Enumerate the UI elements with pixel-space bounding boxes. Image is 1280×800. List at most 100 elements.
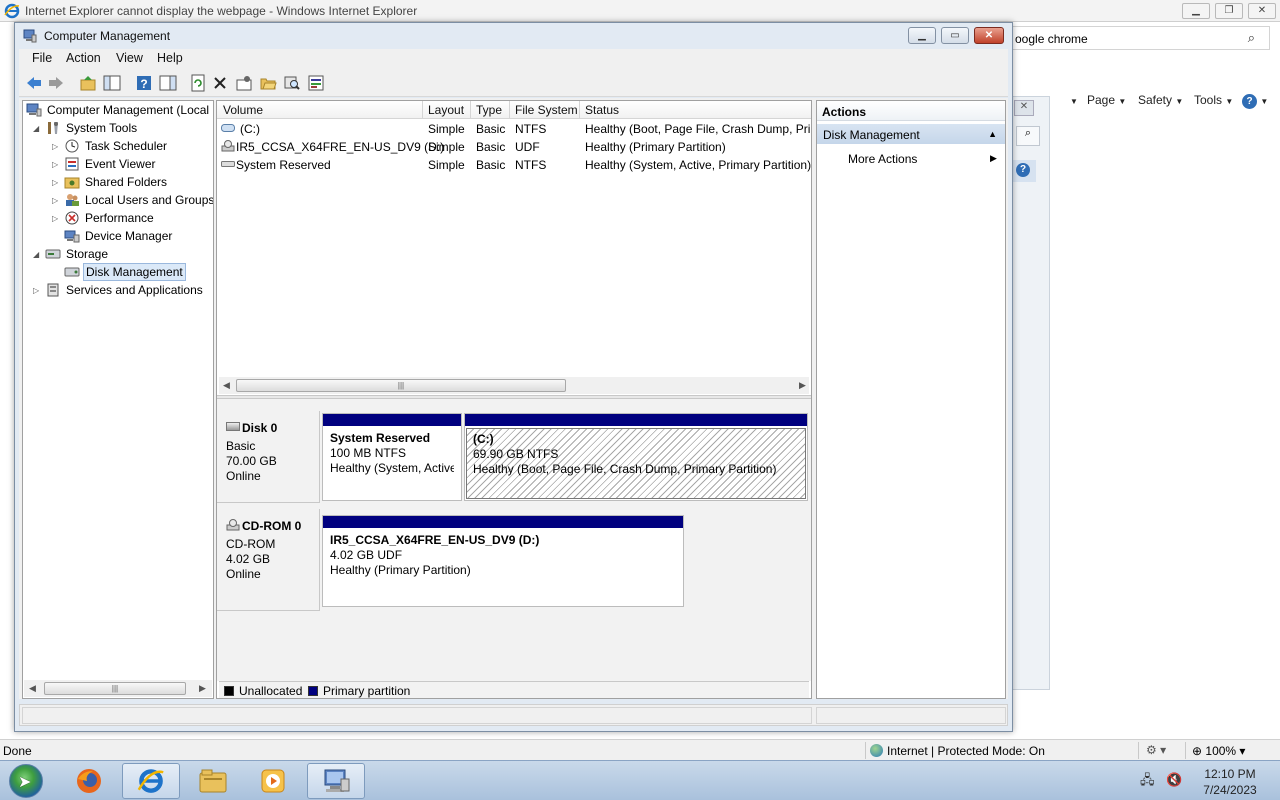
ie-content-area bbox=[1012, 96, 1050, 690]
expand-icon[interactable]: ▷ bbox=[52, 214, 64, 223]
up-folder-icon[interactable] bbox=[79, 74, 97, 92]
volume-row[interactable]: (C:) Simple Basic NTFS Healthy (Boot, Pa… bbox=[217, 120, 811, 138]
delete-icon[interactable] bbox=[211, 74, 229, 92]
taskbar-computer-management[interactable] bbox=[307, 763, 365, 799]
volume-row[interactable]: System Reserved Simple Basic NTFS Health… bbox=[217, 156, 811, 174]
tree-item-local-users-and-groups[interactable]: ▷ Local Users and Groups bbox=[52, 193, 213, 211]
tree-item-shared-folders[interactable]: ▷ Shared Folders bbox=[52, 175, 169, 193]
ie-help-menu[interactable]: ? ▼ bbox=[1242, 93, 1268, 109]
ie-search-icon[interactable]: ⌕ bbox=[1016, 126, 1040, 146]
scroll-left-icon[interactable]: ◀ bbox=[29, 683, 36, 694]
ie-help-button[interactable]: ? bbox=[1012, 160, 1036, 182]
column-status[interactable]: Status bbox=[585, 103, 619, 117]
disk-properties-icon[interactable] bbox=[307, 74, 325, 92]
show-hide-console-tree-icon[interactable] bbox=[103, 74, 121, 92]
ie-search-box[interactable]: oogle chrome ⌕ bbox=[1008, 26, 1270, 50]
scroll-right-icon[interactable]: ▶ bbox=[199, 683, 206, 694]
expand-icon[interactable]: ▷ bbox=[52, 196, 64, 205]
help-icon[interactable]: ? bbox=[135, 74, 153, 92]
globe-icon bbox=[870, 744, 883, 757]
menu-help[interactable]: Help bbox=[157, 51, 183, 65]
scrollbar-thumb[interactable]: ||| bbox=[236, 379, 566, 392]
ie-zone-status[interactable]: Internet | Protected Mode: On bbox=[870, 744, 1045, 758]
partition-system-reserved[interactable]: System Reserved 100 MB NTFS Healthy (Sys… bbox=[322, 413, 462, 501]
volume-muted-icon[interactable]: 🔇 bbox=[1166, 772, 1182, 787]
scrollbar-thumb[interactable]: ||| bbox=[44, 682, 186, 695]
ie-tab-close-icon[interactable]: ✕ bbox=[1014, 100, 1034, 116]
cm-close-button[interactable]: ✕ bbox=[974, 27, 1004, 44]
ie-zoom-level[interactable]: ⊕ 100% ▾ bbox=[1192, 744, 1245, 758]
ie-page-menu[interactable]: Page ▼ bbox=[1087, 93, 1126, 107]
back-icon[interactable] bbox=[25, 74, 43, 92]
volume-type: Basic bbox=[476, 158, 506, 172]
ie-close-button[interactable]: ✕ bbox=[1248, 3, 1276, 19]
column-divider[interactable] bbox=[579, 101, 580, 119]
partition-c-drive[interactable]: (C:) 69.90 GB NTFS Healthy (Boot, Page F… bbox=[464, 413, 808, 501]
expand-icon[interactable]: ▷ bbox=[33, 286, 45, 295]
network-icon[interactable]: 🖧 bbox=[1140, 772, 1155, 787]
tree-item-disk-management[interactable]: Disk Management bbox=[64, 263, 186, 283]
menu-action[interactable]: Action bbox=[66, 51, 101, 65]
tree-item-event-viewer[interactable]: ▷ Event Viewer bbox=[52, 157, 157, 175]
open-folder-icon[interactable] bbox=[259, 74, 277, 92]
submenu-arrow-icon[interactable]: ▶ bbox=[990, 153, 997, 164]
cm-minimize-button[interactable]: ▁ bbox=[908, 27, 936, 44]
volume-list-horizontal-scrollbar[interactable]: ◀ ||| ▶ bbox=[219, 377, 809, 394]
cm-window-title: Computer Management bbox=[44, 29, 171, 43]
column-layout[interactable]: Layout bbox=[428, 103, 464, 117]
menu-view[interactable]: View bbox=[116, 51, 143, 65]
taskbar-internet-explorer[interactable] bbox=[122, 763, 180, 799]
ie-minimize-button[interactable]: ▁ bbox=[1182, 3, 1210, 19]
cdrom-0-label[interactable]: CD-ROM 0 CD-ROM 4.02 GB Online bbox=[217, 509, 320, 611]
partition-size: 69.90 GB NTFS bbox=[473, 447, 559, 461]
tree-item-computer-management[interactable]: Computer Management (Local bbox=[26, 103, 211, 121]
tree-item-system-tools[interactable]: ◢ System Tools bbox=[33, 121, 139, 139]
collapse-icon[interactable]: ◢ bbox=[33, 124, 45, 133]
column-file-system[interactable]: File System bbox=[515, 103, 578, 117]
tree-item-services-and-applications[interactable]: ▷ Services and Applications bbox=[33, 283, 205, 301]
tree-item-performance[interactable]: ▷ Performance bbox=[52, 211, 156, 229]
column-divider[interactable] bbox=[509, 101, 510, 119]
expand-icon[interactable]: ▷ bbox=[52, 142, 64, 151]
more-actions-item[interactable]: More Actions bbox=[848, 152, 917, 166]
collapse-up-icon[interactable]: ▲ bbox=[988, 129, 997, 139]
menu-file[interactable]: File bbox=[32, 51, 52, 65]
volume-drive-icon bbox=[221, 158, 235, 172]
actions-section-disk-management[interactable]: Disk Management ▲ bbox=[817, 124, 1005, 144]
hard-disk-icon bbox=[226, 422, 240, 431]
search-icon[interactable]: ⌕ bbox=[1248, 30, 1255, 46]
collapse-icon[interactable]: ◢ bbox=[33, 250, 45, 259]
scroll-right-icon[interactable]: ▶ bbox=[799, 380, 806, 391]
volume-row[interactable]: IR5_CCSA_X64FRE_EN-US_DV9 (D:) Simple Ba… bbox=[217, 138, 811, 156]
ie-maximize-button[interactable]: ❐ bbox=[1215, 3, 1243, 19]
disk-0-label[interactable]: Disk 0 Basic 70.00 GB Online bbox=[217, 411, 320, 503]
taskbar-firefox[interactable] bbox=[60, 763, 118, 799]
cm-titlebar[interactable]: Computer Management ▁ ▭ ✕ bbox=[15, 23, 1012, 49]
ie-safety-menu[interactable]: Safety ▼ bbox=[1138, 93, 1183, 107]
clock[interactable]: 12:10 PM 7/24/2023 bbox=[1190, 766, 1270, 798]
taskbar-media-player[interactable] bbox=[244, 763, 302, 799]
protected-mode-icon[interactable]: ⚙ ▾ bbox=[1146, 743, 1166, 757]
taskbar-explorer[interactable] bbox=[184, 763, 242, 799]
column-divider[interactable] bbox=[470, 101, 471, 119]
column-type[interactable]: Type bbox=[476, 103, 502, 117]
start-button[interactable]: ➤ bbox=[9, 764, 43, 798]
scroll-left-icon[interactable]: ◀ bbox=[223, 380, 230, 391]
show-hide-action-pane-icon[interactable] bbox=[159, 74, 177, 92]
forward-icon[interactable] bbox=[47, 74, 65, 92]
expand-icon[interactable]: ▷ bbox=[52, 178, 64, 187]
column-volume[interactable]: Volume bbox=[223, 103, 263, 117]
partition-d-drive[interactable]: IR5_CCSA_X64FRE_EN-US_DV9 (D:) 4.02 GB U… bbox=[322, 515, 684, 607]
properties-icon[interactable] bbox=[235, 74, 253, 92]
refresh-icon[interactable] bbox=[189, 74, 207, 92]
tree-horizontal-scrollbar[interactable]: ◀ ||| ▶ bbox=[24, 680, 212, 697]
column-divider[interactable] bbox=[422, 101, 423, 119]
tree-item-device-manager[interactable]: Device Manager bbox=[64, 229, 174, 247]
expand-icon[interactable]: ▷ bbox=[52, 160, 64, 169]
tree-item-task-scheduler[interactable]: ▷ Task Scheduler bbox=[52, 139, 169, 157]
ie-cmd-dropdown-arrow[interactable]: ▼ bbox=[1070, 93, 1078, 107]
cm-maximize-button[interactable]: ▭ bbox=[941, 27, 969, 44]
ie-tools-menu[interactable]: Tools ▼ bbox=[1194, 93, 1233, 107]
ie-statusbar: Done Internet | Protected Mode: On ⚙ ▾ ⊕… bbox=[0, 739, 1280, 760]
search-disk-icon[interactable] bbox=[283, 74, 301, 92]
